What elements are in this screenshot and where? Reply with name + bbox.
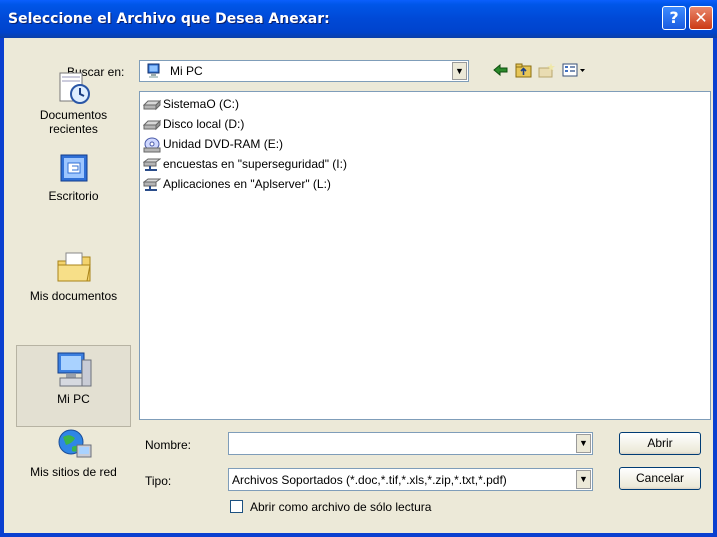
place-recent-documents[interactable]: Documentos recientes: [16, 67, 131, 149]
place-network[interactable]: Mis sitios de red: [16, 429, 131, 481]
readonly-checkbox[interactable]: [230, 500, 243, 513]
file-name: encuestas en "superseguridad" (I:): [163, 157, 347, 171]
dialog-title: Seleccione el Archivo que Desea Anexar:: [8, 11, 330, 27]
list-item[interactable]: Unidad DVD-RAM (E:): [143, 134, 283, 154]
back-icon[interactable]: [492, 62, 510, 78]
place-label: Documentos: [39, 108, 108, 122]
lookin-dropdown-button[interactable]: ▼: [452, 62, 467, 80]
desktop-icon: [56, 151, 92, 187]
file-name: Disco local (D:): [163, 117, 245, 131]
places-bar: Documentos recientes Escritorio Mis docu…: [16, 67, 131, 481]
my-computer-icon: [54, 350, 94, 390]
file-name: SistemaO (C:): [163, 97, 240, 111]
filename-label: Nombre:: [145, 438, 192, 452]
help-button[interactable]: ?: [662, 6, 686, 30]
open-button[interactable]: Abrir: [619, 432, 701, 455]
place-label: Mis documentos: [29, 289, 118, 303]
filetype-combo[interactable]: Archivos Soportados (*.doc,*.tif,*.xls,*…: [228, 468, 593, 491]
file-name: Unidad DVD-RAM (E:): [163, 137, 284, 151]
list-item[interactable]: Aplicaciones en "Aplserver" (L:): [142, 174, 331, 194]
file-name: Aplicaciones en "Aplserver" (L:): [163, 177, 331, 191]
cancel-button[interactable]: Cancelar: [619, 467, 701, 490]
computer-icon: [146, 63, 162, 82]
place-my-documents[interactable]: Mis documentos: [16, 245, 131, 331]
recent-documents-icon: [56, 70, 92, 106]
filetype-value: Archivos Soportados (*.doc,*.tif,*.xls,*…: [232, 473, 507, 487]
network-drive-icon: [142, 178, 162, 191]
view-menu-icon[interactable]: [562, 62, 588, 78]
file-list[interactable]: SistemaO (C:) Disco local (D:) Unidad DV…: [139, 91, 711, 420]
list-item[interactable]: SistemaO (C:): [142, 94, 240, 114]
close-button[interactable]: ✕: [689, 6, 713, 30]
dvd-icon: [143, 137, 161, 153]
filetype-label: Tipo:: [145, 474, 172, 488]
list-item[interactable]: encuestas en "superseguridad" (I:): [142, 154, 347, 174]
drive-icon: [142, 119, 162, 131]
up-folder-icon[interactable]: [515, 62, 533, 78]
place-desktop[interactable]: Escritorio: [16, 149, 131, 219]
filename-combo[interactable]: ▼: [228, 432, 593, 455]
place-label: Mis sitios de red: [30, 465, 117, 479]
list-item[interactable]: Disco local (D:): [142, 114, 245, 134]
place-label: Escritorio: [48, 189, 99, 203]
my-documents-icon: [54, 247, 94, 287]
network-drive-icon: [142, 158, 162, 171]
drive-icon: [142, 99, 162, 111]
place-label: Mi PC: [57, 392, 90, 406]
filetype-dropdown-button[interactable]: ▼: [576, 470, 591, 489]
readonly-label[interactable]: Abrir como archivo de sólo lectura: [250, 500, 431, 514]
filename-input[interactable]: [231, 435, 571, 452]
lookin-combo[interactable]: Mi PC ▼: [139, 60, 469, 82]
title-bar[interactable]: Seleccione el Archivo que Desea Anexar: …: [0, 0, 717, 38]
place-label-2: recientes: [49, 122, 98, 136]
new-folder-icon[interactable]: [538, 62, 556, 78]
network-places-icon: [55, 429, 93, 463]
lookin-value: Mi PC: [170, 64, 203, 78]
filename-dropdown-button[interactable]: ▼: [576, 434, 591, 453]
place-my-computer[interactable]: Mi PC: [16, 345, 131, 427]
